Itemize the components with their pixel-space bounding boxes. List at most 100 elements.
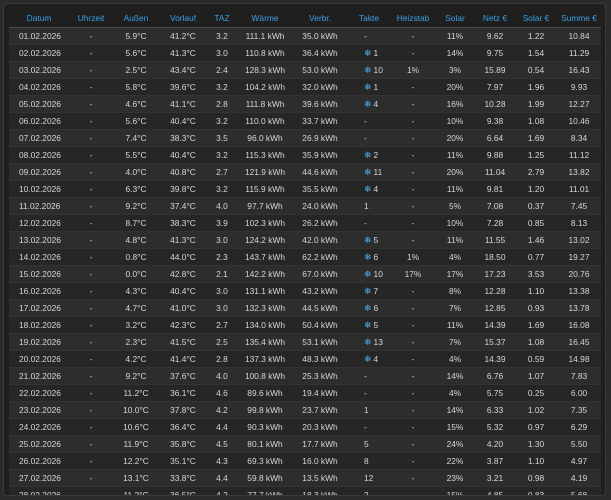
- snowflake-icon: ❄: [364, 251, 372, 262]
- cell-taz: 4.4: [207, 469, 237, 487]
- cell-aussen: 6.3°C: [113, 180, 159, 198]
- cell-aussen: 4.3°C: [113, 282, 159, 300]
- cell-waerme: 104.2 kWh: [237, 78, 293, 96]
- cell-taz: 2.8: [207, 95, 237, 113]
- cell-datum: 18.02.2026: [9, 316, 69, 334]
- cell-verbr: 62.2 kWh: [293, 248, 347, 266]
- cell-uhrzeit: -: [69, 333, 113, 351]
- cell-taz: 4.0: [207, 367, 237, 385]
- cell-summe: 16.08: [557, 316, 601, 334]
- cell-heizstab: -: [391, 163, 435, 181]
- cell-solar: 11%: [435, 180, 475, 198]
- cell-takte: -: [347, 129, 391, 147]
- cell-aussen: 7.4°C: [113, 129, 159, 147]
- cell-solar: 7%: [435, 333, 475, 351]
- cell-solar: 4%: [435, 350, 475, 368]
- cell-verbr: 48.3 kWh: [293, 350, 347, 368]
- cell-netz: 3.21: [475, 469, 515, 487]
- cell-datum: 25.02.2026: [9, 435, 69, 453]
- cell-heizstab: -: [391, 299, 435, 317]
- cell-solar: 11%: [435, 27, 475, 45]
- cell-waerme: 110.8 kWh: [237, 44, 293, 62]
- column-header-vorlauf[interactable]: Vorlauf: [159, 9, 207, 28]
- takte-value: 2: [373, 149, 379, 160]
- column-header-taz[interactable]: TAZ: [207, 9, 237, 28]
- cell-verbr: 17.7 kWh: [293, 435, 347, 453]
- cell-datum: 24.02.2026: [9, 418, 69, 436]
- cell-datum: 01.02.2026: [9, 27, 69, 45]
- cell-vorlauf: 37.4°C: [159, 197, 207, 215]
- cell-waerme: 134.0 kWh: [237, 316, 293, 334]
- cell-uhrzeit: -: [69, 469, 113, 487]
- column-header-solar[interactable]: Solar: [435, 9, 475, 28]
- column-header-waerme[interactable]: Wärme: [237, 9, 293, 28]
- cell-uhrzeit: -: [69, 316, 113, 334]
- cell-aussen: 5.9°C: [113, 27, 159, 45]
- cell-solar-eur: 1.10: [515, 452, 557, 470]
- cell-summe: 6.00: [557, 384, 601, 402]
- cell-vorlauf: 40.8°C: [159, 163, 207, 181]
- cell-takte: ❄ 4: [347, 95, 391, 113]
- column-header-datum[interactable]: Datum: [9, 9, 69, 28]
- cell-solar: 23%: [435, 469, 475, 487]
- cell-summe: 16.43: [557, 61, 601, 79]
- cell-netz: 14.39: [475, 316, 515, 334]
- table-row: 07.02.2026-7.4°C 38.3°C 3.5 96.0 kWh 26.9 kW…: [9, 129, 601, 147]
- cell-vorlauf: 35.1°C: [159, 452, 207, 470]
- cell-heizstab: -: [391, 146, 435, 164]
- cell-heizstab: -: [391, 418, 435, 436]
- cell-summe: 13.78: [557, 299, 601, 317]
- takte-value: 10: [373, 268, 383, 279]
- cell-aussen: 2.3°C: [113, 333, 159, 351]
- takte-value: 2: [364, 490, 369, 496]
- snowflake-icon: ❄: [364, 98, 372, 109]
- cell-vorlauf: 39.8°C: [159, 180, 207, 198]
- cell-waerme: 110.0 kWh: [237, 112, 293, 130]
- cell-verbr: 50.4 kWh: [293, 316, 347, 334]
- column-header-summe[interactable]: Summe €: [557, 9, 601, 28]
- cell-datum: 16.02.2026: [9, 282, 69, 300]
- cell-solar: 4%: [435, 248, 475, 266]
- cell-waerme: 77.7 kWh: [237, 486, 293, 495]
- cell-solar-eur: 1.25: [515, 146, 557, 164]
- cell-taz: 2.7: [207, 163, 237, 181]
- cell-solar: 14%: [435, 44, 475, 62]
- takte-value: 10: [373, 64, 383, 75]
- cell-solar: 10%: [435, 112, 475, 130]
- column-header-netz[interactable]: Netz €: [475, 9, 515, 28]
- cell-vorlauf: 41.4°C: [159, 350, 207, 368]
- cell-solar: 4%: [435, 384, 475, 402]
- cell-datum: 26.02.2026: [9, 452, 69, 470]
- cell-summe: 12.27: [557, 95, 601, 113]
- cell-takte: 5: [347, 435, 391, 453]
- cell-datum: 08.02.2026: [9, 146, 69, 164]
- table-row: 24.02.2026-10.6°C 36.4°C 4.4 90.3 kWh 20.3 k…: [9, 418, 601, 436]
- cell-vorlauf: 43.4°C: [159, 61, 207, 79]
- column-header-heizstab[interactable]: Heizstab: [391, 9, 435, 28]
- cell-vorlauf: 36.5°C: [159, 486, 207, 495]
- cell-netz: 3.87: [475, 452, 515, 470]
- cell-solar-eur: 1.69: [515, 129, 557, 147]
- cell-datum: 09.02.2026: [9, 163, 69, 181]
- cell-datum: 27.02.2026: [9, 469, 69, 487]
- cell-heizstab: -: [391, 401, 435, 419]
- cell-solar: 20%: [435, 129, 475, 147]
- cell-aussen: 4.2°C: [113, 350, 159, 368]
- column-header-takte[interactable]: Takte: [347, 9, 391, 28]
- cell-summe: 11.29: [557, 44, 601, 62]
- cell-heizstab: -: [391, 78, 435, 96]
- column-header-verbr[interactable]: Verbr.: [293, 9, 347, 28]
- cell-heizstab: -: [391, 214, 435, 232]
- cell-taz: 4.5: [207, 435, 237, 453]
- cell-uhrzeit: -: [69, 299, 113, 317]
- cell-summe: 10.46: [557, 112, 601, 130]
- takte-value: 4: [373, 353, 379, 364]
- cell-taz: 3.2: [207, 112, 237, 130]
- column-header-solar-eur[interactable]: Solar €: [515, 9, 557, 28]
- cell-aussen: 5.5°C: [113, 146, 159, 164]
- column-header-uhrzeit[interactable]: Uhrzeit: [69, 9, 113, 28]
- table-row: 22.02.2026-11.2°C 36.1°C 4.6 89.6 kWh 19.4 k…: [9, 384, 601, 402]
- cell-netz: 12.85: [475, 299, 515, 317]
- cell-verbr: 23.7 kWh: [293, 401, 347, 419]
- column-header-aussen[interactable]: Außen: [113, 9, 159, 28]
